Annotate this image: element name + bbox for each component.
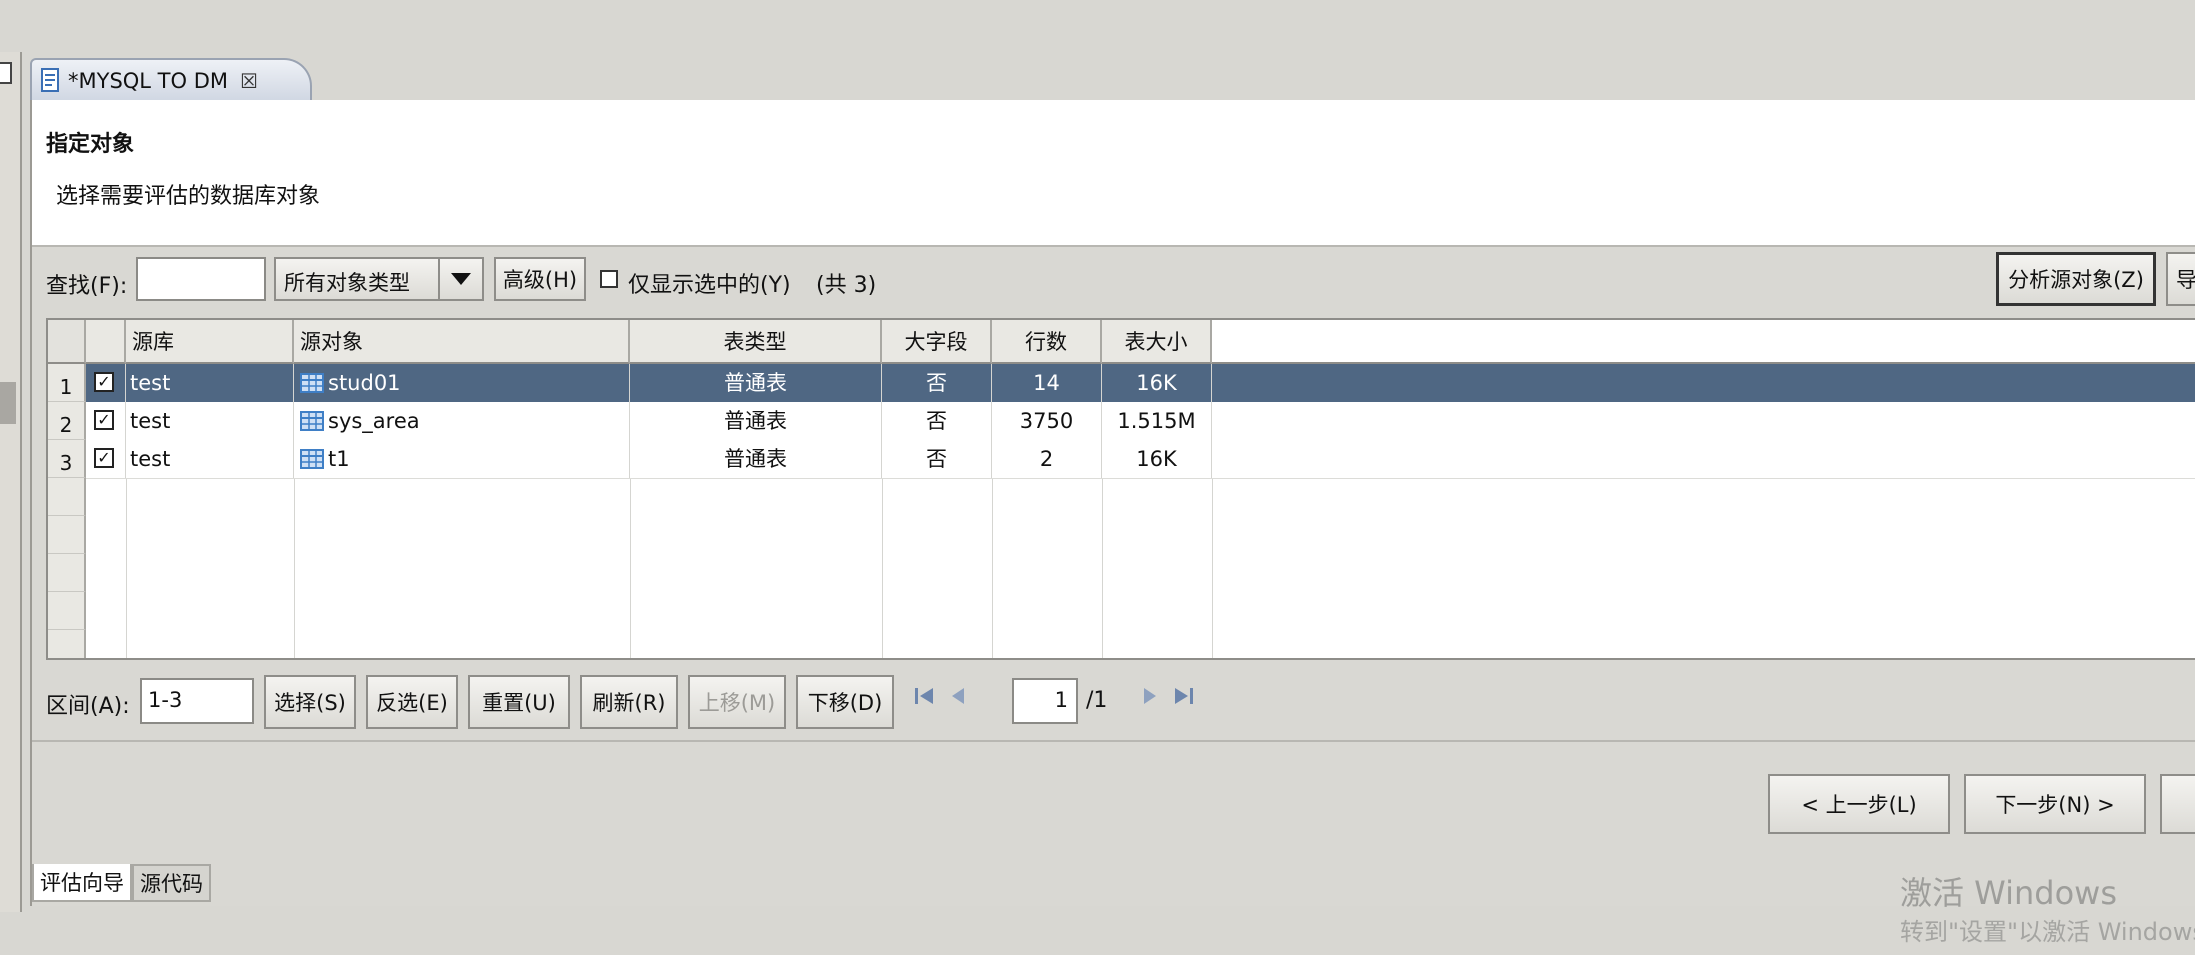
- table-icon: [300, 410, 324, 431]
- first-page-icon[interactable]: [912, 684, 936, 714]
- activation-watermark-hint: 转到"设置"以激活 Windows: [1900, 918, 2195, 946]
- find-input[interactable]: [136, 257, 266, 301]
- activation-watermark-title: 激活 Windows: [1900, 874, 2118, 912]
- lob-cell: 否: [882, 440, 992, 478]
- size-cell: 1.515M: [1102, 402, 1212, 440]
- lob-cell: 否: [882, 364, 992, 402]
- editor-tab[interactable]: *MYSQL TO DM ☒: [30, 58, 312, 102]
- table-row[interactable]: ✓ test t1 普通表 否 2 16K: [86, 440, 2195, 479]
- row-checkbox[interactable]: ✓: [94, 410, 114, 430]
- rows-cell: 2: [992, 440, 1102, 478]
- reset-button[interactable]: 重置(U): [468, 675, 570, 729]
- editor-tab-bar: *MYSQL TO DM ☒: [30, 52, 2195, 103]
- check-column-header[interactable]: [86, 320, 126, 364]
- rows-cell: 14: [992, 364, 1102, 402]
- separator: [32, 740, 2195, 742]
- type-cell: 普通表: [630, 364, 882, 402]
- next-step-button[interactable]: 下一步(N) >: [1964, 774, 2146, 834]
- object-name: t1: [328, 447, 350, 471]
- row-number[interactable]: 2: [48, 402, 86, 440]
- tab-source-code[interactable]: 源代码: [132, 864, 211, 902]
- col-header-rows[interactable]: 行数: [992, 320, 1102, 364]
- tab-assessment-wizard[interactable]: 评估向导: [32, 864, 132, 902]
- object-table: 源库 源对象 表类型 大字段 行数 表大小 1 2 3 ✓ test stud0…: [46, 318, 2195, 660]
- table-row[interactable]: ✓ test sys_area 普通表 否 3750 1.515M: [86, 402, 2195, 441]
- col-header-object[interactable]: 源对象: [294, 320, 630, 364]
- table-icon: [300, 448, 324, 469]
- find-label: 查找(F):: [46, 274, 128, 299]
- advanced-button[interactable]: 高级(H): [494, 257, 586, 301]
- page-header: 指定对象 选择需要评估的数据库对象: [32, 100, 2195, 247]
- finish-button-partial[interactable]: [2160, 774, 2195, 834]
- show-selected-label: 仅显示选中的(Y): [628, 273, 791, 298]
- range-input[interactable]: 1-3: [140, 678, 254, 724]
- object-type-select[interactable]: 所有对象类型: [274, 257, 484, 301]
- check-cell[interactable]: ✓: [86, 364, 126, 402]
- row-checkbox[interactable]: ✓: [94, 372, 114, 392]
- object-type-value: 所有对象类型: [284, 271, 410, 295]
- row-number[interactable]: 1: [48, 364, 86, 402]
- type-cell: 普通表: [630, 440, 882, 478]
- corner-header: [48, 320, 86, 364]
- show-selected-checkbox[interactable]: [600, 270, 618, 288]
- last-page-icon[interactable]: [1172, 684, 1196, 714]
- table-row[interactable]: ✓ test stud01 普通表 否 14 16K: [86, 364, 2195, 403]
- lob-cell: 否: [882, 402, 992, 440]
- export-button[interactable]: 导: [2166, 252, 2195, 306]
- wizard-editor: 指定对象 选择需要评估的数据库对象 查找(F): 所有对象类型 高级(H) 仅显…: [30, 100, 2195, 906]
- analyze-source-button[interactable]: 分析源对象(Z): [1996, 252, 2156, 306]
- type-cell: 普通表: [630, 402, 882, 440]
- prev-step-button[interactable]: < 上一步(L): [1768, 774, 1950, 834]
- page-description: 选择需要评估的数据库对象: [56, 184, 321, 209]
- rows-cell: 3750: [992, 402, 1102, 440]
- range-label: 区间(A):: [46, 694, 130, 719]
- object-cell: stud01: [294, 364, 630, 402]
- row-number-empty: [48, 478, 86, 516]
- editor-tab-title: *MYSQL TO DM: [68, 69, 229, 93]
- filter-toolbar: 查找(F): 所有对象类型 高级(H) 仅显示选中的(Y) (共 3) 分析源对…: [32, 248, 2195, 306]
- check-cell[interactable]: ✓: [86, 402, 126, 440]
- refresh-button[interactable]: 刷新(R): [580, 675, 678, 729]
- row-checkbox[interactable]: ✓: [94, 448, 114, 468]
- total-count: (共 3): [816, 273, 877, 298]
- scrollbar-thumb[interactable]: [0, 382, 16, 424]
- close-tab-icon[interactable]: ☒: [240, 69, 258, 93]
- size-cell: 16K: [1102, 364, 1212, 402]
- row-number[interactable]: 3: [48, 440, 86, 478]
- size-cell: 16K: [1102, 440, 1212, 478]
- page-input[interactable]: 1: [1012, 678, 1078, 724]
- db-cell: test: [126, 364, 294, 402]
- object-cell: t1: [294, 440, 630, 478]
- row-number-empty: [48, 630, 86, 658]
- document-icon: [40, 68, 62, 94]
- bottom-tab-bar: 评估向导 源代码: [32, 864, 211, 904]
- page-title: 指定对象: [46, 132, 135, 157]
- col-header-lob[interactable]: 大字段: [882, 320, 992, 364]
- object-cell: sys_area: [294, 402, 630, 440]
- restore-icon[interactable]: [0, 62, 12, 84]
- prev-page-icon[interactable]: [948, 684, 968, 714]
- range-toolbar: 区间(A): 1-3 选择(S) 反选(E) 重置(U) 刷新(R) 上移(M)…: [32, 670, 2195, 730]
- header-filler: [1212, 320, 2195, 364]
- db-cell: test: [126, 440, 294, 478]
- col-header-table-type[interactable]: 表类型: [630, 320, 882, 364]
- db-cell: test: [126, 402, 294, 440]
- col-header-db[interactable]: 源库: [126, 320, 294, 364]
- row-number-empty: [48, 516, 86, 554]
- move-down-button[interactable]: 下移(D): [796, 675, 894, 729]
- object-name: sys_area: [328, 409, 420, 433]
- left-view-stub: [0, 52, 22, 912]
- col-header-size[interactable]: 表大小: [1102, 320, 1212, 364]
- check-cell[interactable]: ✓: [86, 440, 126, 478]
- next-page-icon[interactable]: [1140, 684, 1160, 714]
- object-name: stud01: [328, 371, 401, 395]
- row-number-empty: [48, 554, 86, 592]
- select-button[interactable]: 选择(S): [264, 675, 356, 729]
- page-total: /1: [1086, 688, 1108, 713]
- dropdown-arrow-icon[interactable]: [438, 259, 482, 299]
- table-icon: [300, 372, 324, 393]
- row-number-empty: [48, 592, 86, 630]
- move-up-button[interactable]: 上移(M): [688, 675, 786, 729]
- invert-select-button[interactable]: 反选(E): [366, 675, 458, 729]
